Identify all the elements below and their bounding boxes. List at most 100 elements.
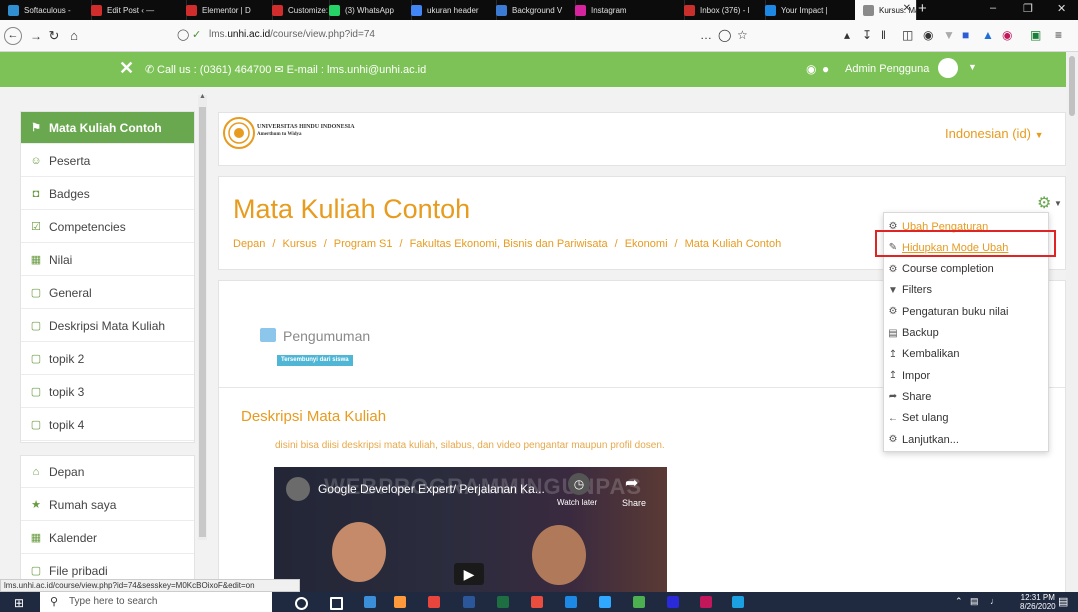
tray-chevron-icon[interactable]: ⌃ — [955, 596, 963, 607]
taskbar-search[interactable]: ⚲ Type here to search — [40, 592, 272, 612]
address-bar[interactable]: ◯ ✓ lms.unhi.ac.id/course/view.php?id=74 — [167, 24, 773, 48]
user-menu-chevron-icon[interactable]: ▼ — [968, 62, 977, 72]
page-actions-icon[interactable]: … — [700, 28, 712, 42]
extension-arrow-icon[interactable]: ▲ — [982, 28, 994, 42]
sidebar-item[interactable]: ▢ Deskripsi Mata Kuliah — [21, 310, 194, 342]
sidebar-item[interactable]: ⚑ Mata Kuliah Contoh — [21, 112, 194, 144]
bookmark-star-icon[interactable]: ☆ — [737, 28, 748, 42]
menu-icon[interactable]: ≡ — [1055, 28, 1062, 42]
breadcrumb-link[interactable]: Ekonomi — [625, 238, 668, 250]
new-tab-button[interactable]: + — [918, 0, 927, 17]
taskbar-app-icon[interactable] — [394, 596, 406, 608]
sidebar-item[interactable]: ▢ General — [21, 277, 194, 309]
notification-bell-icon[interactable]: ◉ — [806, 62, 816, 76]
sidebar-item[interactable]: ▦ Nilai — [21, 244, 194, 276]
settings-menu-item[interactable]: ▤ Backup — [884, 323, 1050, 344]
settings-menu-item[interactable]: ⚙ Lanjutkan... — [884, 429, 1050, 450]
notifications-icon[interactable]: ▤ — [1058, 595, 1068, 608]
taskbar-app-icon[interactable] — [330, 597, 343, 610]
browser-tab[interactable]: Softaculous - — [0, 0, 92, 20]
browser-tab[interactable]: Elementor | D — [178, 0, 273, 20]
taskbar-app-icon[interactable] — [700, 596, 712, 608]
sidebar-item[interactable]: ☺ Peserta — [21, 145, 194, 177]
settings-menu-item[interactable]: ↥ Impor — [884, 365, 1050, 386]
back-icon[interactable]: ← — [4, 27, 22, 45]
sidebar-item[interactable]: ☑ Competencies — [21, 211, 194, 243]
sidebar-item[interactable]: ▢ topik 3 — [21, 376, 194, 408]
taskbar-app-icon[interactable] — [667, 596, 679, 608]
settings-menu-item[interactable]: ⚙ Course completion — [884, 259, 1050, 280]
taskbar-app-icon[interactable] — [599, 596, 611, 608]
browser-tab[interactable]: Your Impact | — [757, 0, 864, 20]
forward-icon[interactable]: → — [26, 26, 46, 46]
page-scrollbar[interactable] — [1066, 52, 1078, 592]
tray-network-icon[interactable]: ▤ — [970, 596, 979, 607]
site-nav-item[interactable]: ⌂ Depan — [21, 456, 194, 488]
home-icon[interactable]: ⌂ — [64, 26, 84, 46]
settings-menu-item[interactable]: ▼ Filters — [884, 280, 1050, 301]
tray-volume-icon[interactable]: ♩ — [990, 596, 999, 606]
extension-pink-icon[interactable]: ◉ — [1002, 28, 1012, 42]
share-label[interactable]: Share — [622, 498, 646, 508]
breadcrumb-link[interactable]: Depan — [233, 238, 265, 250]
announcement-link[interactable]: Pengumuman — [283, 328, 370, 344]
extension-blue-icon[interactable]: ■ — [962, 28, 969, 42]
settings-menu-item[interactable]: ➦ Share — [884, 386, 1050, 407]
minimize-button[interactable]: – — [990, 2, 996, 14]
windows-start-icon[interactable]: ⊞ — [14, 596, 24, 610]
browser-tab[interactable]: Kursus: Ma ✕ — [855, 0, 917, 20]
browser-tab[interactable]: Background V — [488, 0, 576, 20]
browser-tab[interactable]: ukuran header — [403, 0, 497, 20]
settings-menu-item[interactable]: ⚙ Pengaturan buku nilai — [884, 301, 1050, 322]
window-close-button[interactable]: ✕ — [1057, 2, 1066, 15]
restore-button[interactable]: ❐ — [1023, 2, 1033, 15]
sidebar-item[interactable]: ▢ topik 4 — [21, 409, 194, 441]
settings-gear-icon[interactable]: ⚙ — [1037, 193, 1051, 213]
sidebar-item[interactable]: ◘ Badges — [21, 178, 194, 210]
site-nav-item[interactable]: ▦ Kalender — [21, 522, 194, 554]
breadcrumb-link[interactable]: Kursus — [282, 238, 316, 250]
settings-menu-item[interactable]: ↥ Kembalikan — [884, 344, 1050, 365]
taskbar-app-icon[interactable] — [463, 596, 475, 608]
sidebar-toggle-icon[interactable]: ◫ — [902, 28, 913, 42]
site-nav-item[interactable]: ★ Rumah saya — [21, 489, 194, 521]
avatar[interactable] — [938, 58, 958, 78]
settings-menu-item[interactable]: ← Set ulang — [884, 408, 1050, 429]
taskbar-app-icon[interactable] — [531, 596, 543, 608]
reload-icon[interactable]: ↻ — [44, 26, 64, 46]
close-tab-icon[interactable]: ✕ — [903, 3, 911, 14]
browser-tab[interactable]: Instagram — [567, 0, 685, 20]
close-menu-icon[interactable]: ✕ — [119, 58, 134, 79]
taskbar-app-icon[interactable] — [633, 596, 645, 608]
breadcrumb-link[interactable]: Mata Kuliah Contoh — [685, 238, 782, 250]
video-title[interactable]: Google Developer Expert/ Perjalanan Ka..… — [318, 482, 545, 496]
taskbar-clock[interactable]: 12:31 PM 8/26/2020 — [1020, 593, 1056, 611]
taskbar-app-icon[interactable] — [428, 596, 440, 608]
messages-icon[interactable]: ● — [822, 62, 829, 76]
share-page-icon[interactable]: ▴ — [844, 28, 850, 42]
language-selector[interactable]: Indonesian (id) ▼ — [945, 126, 1044, 141]
taskbar-app-icon[interactable] — [565, 596, 577, 608]
extension-icon[interactable]: ◉ — [923, 28, 933, 42]
breadcrumb-link[interactable]: Fakultas Ekonomi, Bisnis dan Pariwisata — [410, 238, 608, 250]
taskbar-app-icon[interactable] — [732, 596, 744, 608]
extension-filter-icon[interactable]: ▼ — [943, 28, 955, 42]
downloads-icon[interactable]: ↧ — [862, 28, 872, 42]
browser-tab[interactable]: Inbox (376) - l — [676, 0, 766, 20]
browser-tab[interactable]: (3) WhatsApp — [321, 0, 412, 20]
library-icon[interactable]: ‖ — [881, 28, 886, 42]
extension-green-icon[interactable]: ▣ — [1030, 28, 1041, 42]
share-icon[interactable]: ➦ — [625, 473, 638, 493]
sidebar-item[interactable]: ▢ topik 2 — [21, 343, 194, 375]
settings-chevron-icon[interactable]: ▼ — [1054, 199, 1062, 208]
browser-tab[interactable]: Edit Post ‹ — — [83, 0, 187, 20]
pocket-icon[interactable]: ◯ — [718, 28, 731, 42]
play-icon[interactable]: ▶ — [454, 563, 484, 585]
watch-later-label[interactable]: Watch later — [557, 498, 597, 507]
taskbar-app-icon[interactable] — [295, 597, 308, 610]
left-scrollbar[interactable]: ▲ — [198, 93, 207, 540]
clock-icon[interactable]: ◷ — [568, 473, 590, 495]
breadcrumb-link[interactable]: Program S1 — [334, 238, 393, 250]
user-name[interactable]: Admin Pengguna — [845, 63, 929, 75]
taskbar-app-icon[interactable] — [364, 596, 376, 608]
